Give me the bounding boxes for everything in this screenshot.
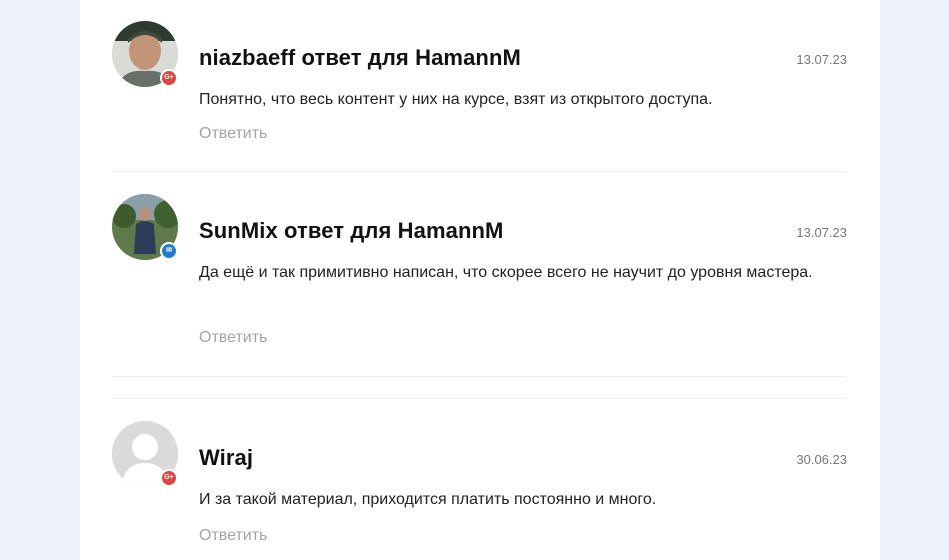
gplus-icon: G+ [160,69,178,87]
comment-author[interactable]: niazbaeff ответ для HamannM [199,45,521,71]
mail-icon: ✉ [160,242,178,260]
divider [112,171,847,172]
comment-author[interactable]: SunMix ответ для HamannM [199,218,503,244]
comment-item: G+ niazbaeff ответ для HamannM 13.07.23 … [112,21,847,171]
divider [112,376,847,377]
reply-link[interactable]: Ответить [199,329,267,347]
avatar[interactable]: ✉ [112,194,178,260]
comment-item: ✉ SunMix ответ для HamannM 13.07.23 Да е… [112,194,847,374]
reply-link[interactable]: Ответить [199,527,267,545]
reply-link[interactable]: Ответить [199,125,267,143]
gplus-icon: G+ [160,469,178,487]
comment-text: И за такой материал, приходится платить … [199,491,657,508]
avatar[interactable]: G+ [112,21,178,87]
comment-text: Понятно, что весь контент у них на курсе… [199,91,713,108]
comment-item: G+ Wiraj 30.06.23 И за такой материал, п… [112,421,847,560]
comment-text: Да ещё и так примитивно написан, что ско… [199,264,813,281]
comment-date: 30.06.23 [796,452,847,467]
divider [112,398,847,399]
comment-date: 13.07.23 [796,225,847,240]
comments-panel: G+ niazbaeff ответ для HamannM 13.07.23 … [80,0,880,560]
avatar[interactable]: G+ [112,421,178,487]
comment-date: 13.07.23 [796,52,847,67]
comment-author[interactable]: Wiraj [199,445,253,471]
